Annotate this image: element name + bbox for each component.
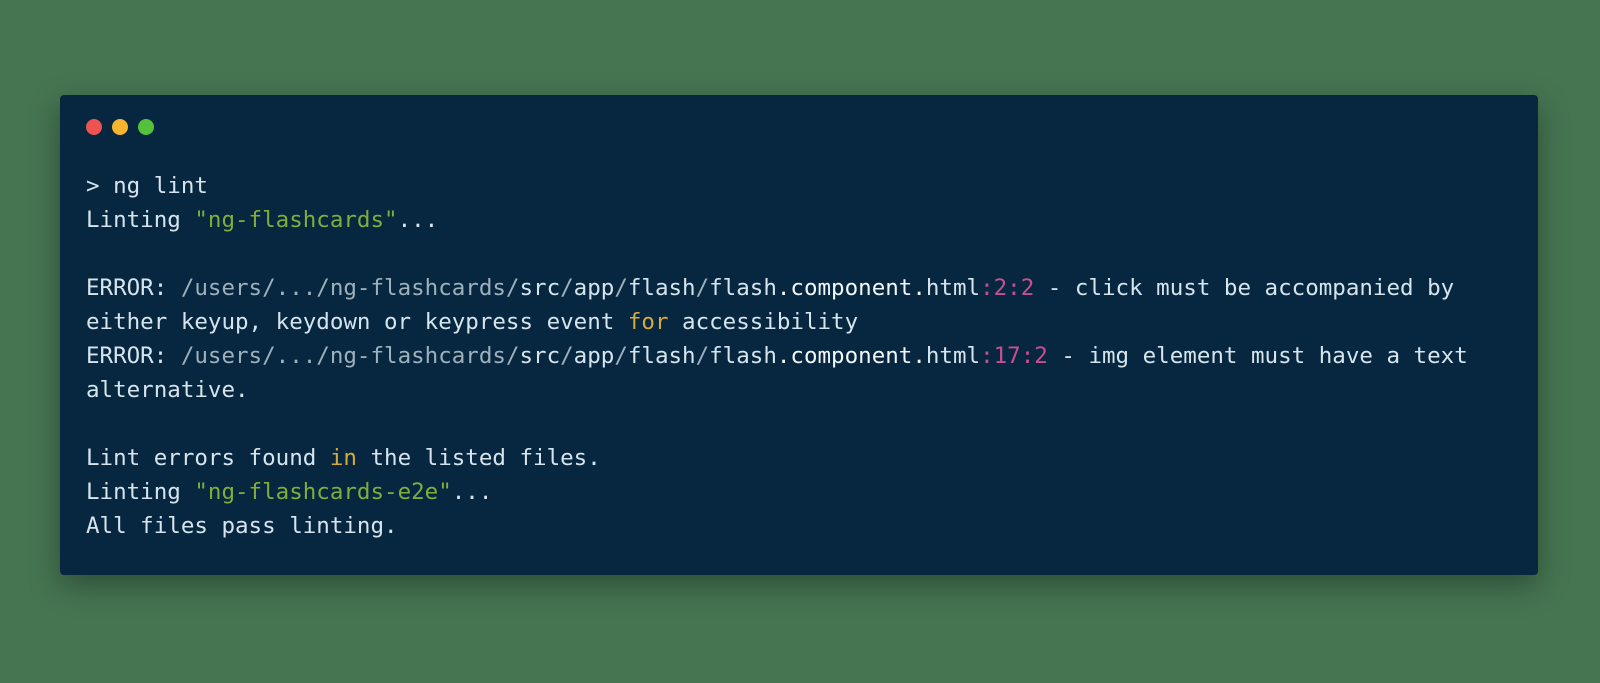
error-label: ERROR: (86, 343, 181, 369)
path-slash: / (614, 275, 628, 301)
keyword-for: for (628, 309, 669, 335)
command-text: ng lint (113, 173, 208, 199)
path-colon: : (1007, 275, 1021, 301)
lint-pass-message: All files pass linting. (86, 513, 398, 539)
error-path-seg: component (790, 343, 912, 369)
path-slash: / (560, 275, 574, 301)
window-zoom-icon[interactable] (138, 119, 154, 135)
error-path-seg: flash (628, 275, 696, 301)
error-path-seg: app (574, 275, 615, 301)
linting-ellipsis: ... (452, 479, 493, 505)
summary-text: the listed files. (357, 445, 601, 471)
error-path-seg: flash (709, 343, 777, 369)
linting-project-name: "ng-flashcards" (194, 207, 397, 233)
linting-project-name: "ng-flashcards-e2e" (194, 479, 451, 505)
error-message: accessibility (669, 309, 859, 335)
window-close-icon[interactable] (86, 119, 102, 135)
error-col-number: 2 (1034, 343, 1048, 369)
error-dash: - (1034, 275, 1075, 301)
error-path-seg: src (519, 343, 560, 369)
path-colon: : (980, 343, 994, 369)
summary-text: Lint errors found (86, 445, 330, 471)
path-colon: : (980, 275, 994, 301)
path-colon: : (1021, 343, 1035, 369)
prompt-symbol: > (86, 173, 113, 199)
error-path-prefix: /users/.../ng-flashcards/ (181, 275, 520, 301)
error-line-number: 2 (994, 275, 1008, 301)
error-path-seg: html (926, 275, 980, 301)
error-path-seg: app (574, 343, 615, 369)
window-minimize-icon[interactable] (112, 119, 128, 135)
linting-label: Linting (86, 207, 194, 233)
window-titlebar (86, 95, 1512, 153)
error-line-number: 17 (994, 343, 1021, 369)
path-dot: . (912, 275, 926, 301)
terminal-window: > ng lint Linting "ng-flashcards"... ERR… (60, 95, 1538, 575)
path-slash: / (560, 343, 574, 369)
terminal-output: > ng lint Linting "ng-flashcards"... ERR… (86, 169, 1512, 543)
error-path-seg: flash (709, 275, 777, 301)
error-label: ERROR: (86, 275, 181, 301)
path-dot: . (777, 343, 791, 369)
error-path-seg: src (519, 275, 560, 301)
error-path-seg: html (926, 343, 980, 369)
keyword-in: in (330, 445, 357, 471)
linting-ellipsis: ... (398, 207, 439, 233)
error-path-seg: flash (628, 343, 696, 369)
path-slash: / (614, 343, 628, 369)
error-path-prefix: /users/.../ng-flashcards/ (181, 343, 520, 369)
path-slash: / (696, 343, 710, 369)
path-dot: . (777, 275, 791, 301)
error-col-number: 2 (1021, 275, 1035, 301)
path-dot: . (912, 343, 926, 369)
error-path-seg: component (790, 275, 912, 301)
path-slash: / (696, 275, 710, 301)
error-dash: - (1048, 343, 1089, 369)
linting-label: Linting (86, 479, 194, 505)
